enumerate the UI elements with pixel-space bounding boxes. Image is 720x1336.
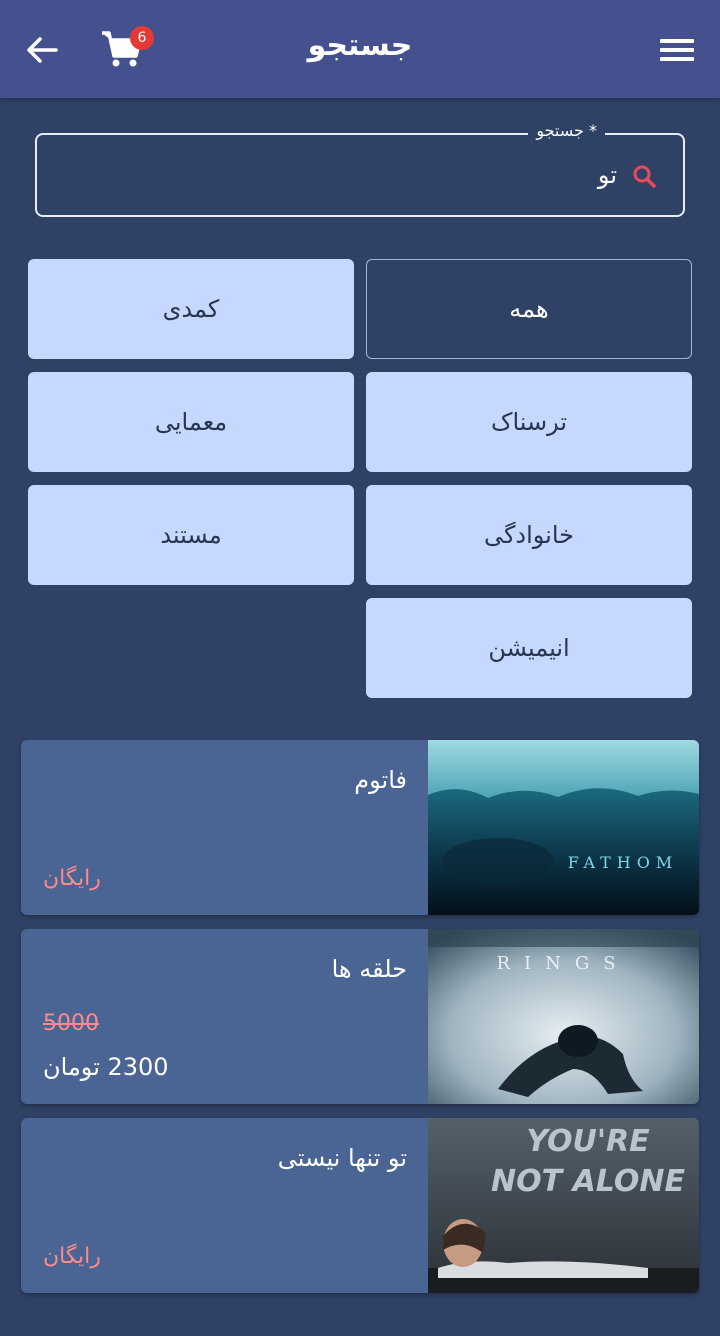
category-animation[interactable]: انیمیشن <box>366 598 692 698</box>
movie-card-youre-not-alone[interactable]: YOU'RE NOT ALONE تو تنها نیستی رایگان <box>21 1118 699 1293</box>
movie-price: رایگان <box>43 866 101 891</box>
movie-title: فاتوم <box>354 766 407 794</box>
category-mystery[interactable]: معمایی <box>28 372 354 472</box>
movie-old-price: 5000 <box>43 1011 99 1036</box>
category-documentary[interactable]: مستند <box>28 485 354 585</box>
movie-card-fathom[interactable]: FATHOM فاتوم رایگان <box>21 740 699 915</box>
poster-youre-not-alone-text: YOU'RE NOT ALONE <box>491 1124 685 1199</box>
poster-youre-not-alone: YOU'RE NOT ALONE <box>428 1118 699 1293</box>
movie-price: 2300 تومان <box>43 1053 169 1081</box>
movie-card-rings[interactable]: RINGS حلقه ها 5000 2300 تومان <box>21 929 699 1104</box>
search-input[interactable] <box>51 153 617 197</box>
movie-title: حلقه ها <box>331 955 407 983</box>
poster-rings: RINGS <box>428 929 699 1104</box>
search-label: جستجو * <box>528 121 605 140</box>
category-all[interactable]: همه <box>366 259 692 359</box>
menu-icon <box>660 39 694 61</box>
movie-price: رایگان <box>43 1244 101 1269</box>
poster-fathom: FATHOM <box>428 740 699 915</box>
category-family[interactable]: خانوادگی <box>366 485 692 585</box>
menu-button[interactable] <box>656 32 700 68</box>
app-bar: 6 جستجو <box>0 0 720 98</box>
movie-title: تو تنها نیستی <box>277 1144 407 1172</box>
page-title: جستجو <box>307 28 413 63</box>
category-horror[interactable]: ترسناک <box>366 372 692 472</box>
poster-fathom-text: FATHOM <box>568 853 679 872</box>
search-field[interactable]: جستجو * <box>35 121 685 217</box>
category-comedy[interactable]: کمدی <box>28 259 354 359</box>
search-icon[interactable] <box>631 163 659 191</box>
poster-rings-text: RINGS <box>496 953 629 974</box>
